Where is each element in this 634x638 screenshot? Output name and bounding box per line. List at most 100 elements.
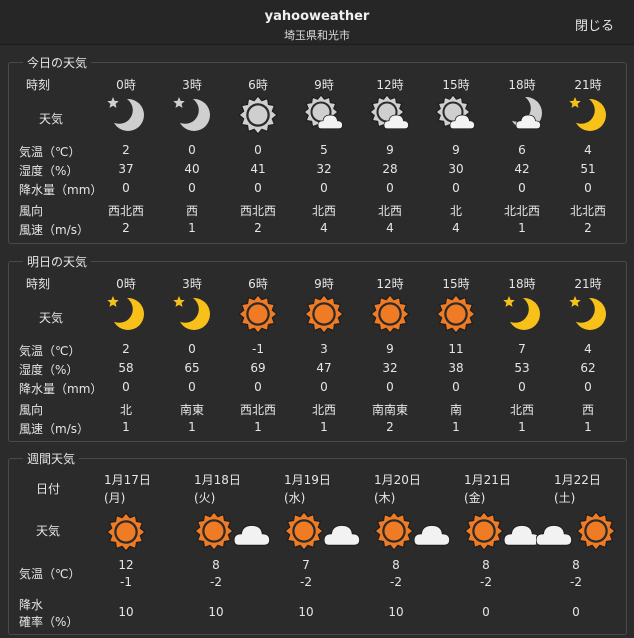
moon-star-icon [105, 295, 144, 330]
humidity-value: 38 [448, 361, 464, 375]
wind-speed-value: 1 [518, 221, 526, 235]
hour-label: 9時 [314, 78, 334, 92]
high-temp-value: 8 [482, 558, 490, 572]
weekday-value: (月) [104, 491, 126, 505]
hour-label: 6時 [248, 277, 268, 291]
sun-icon [238, 294, 278, 334]
label-wind-dir: 風向 [19, 403, 44, 417]
close-button[interactable]: 閉じる [575, 15, 614, 34]
low-temp-value: -2 [480, 575, 492, 589]
precip-value: 0 [320, 380, 328, 394]
precip-value: 0 [584, 380, 592, 394]
wind-dir-value: 北西 [377, 204, 403, 218]
wind-dir-value: 北 [119, 403, 133, 417]
high-temp-value: 7 [302, 558, 310, 572]
precip-value: 0 [386, 181, 394, 195]
wind-speed-value: 1 [584, 420, 592, 434]
wind-dir-value: 西北西 [107, 204, 145, 218]
label-temp: 気温（℃） [19, 344, 81, 358]
moon-star-icon [567, 96, 606, 131]
humidity-value: 28 [382, 162, 398, 176]
wind-speed-value: 4 [386, 221, 394, 235]
wind-dir-value: 南南東 [371, 403, 409, 417]
temp-value: 0 [254, 143, 262, 157]
sun-then-cloud-icon [194, 511, 271, 551]
temp-value: 2 [122, 342, 130, 356]
humidity-value: 69 [250, 361, 266, 375]
wind-speed-value: 1 [320, 420, 328, 434]
hour-label: 12時 [376, 78, 404, 92]
hour-label: 21時 [574, 277, 602, 291]
label-precip: 降水量（mm） [19, 183, 103, 197]
high-temp-value: 8 [572, 558, 580, 572]
temp-value: 6 [518, 143, 526, 157]
wind-dir-value: 南東 [179, 403, 205, 417]
rain-prob-value: 10 [118, 605, 134, 619]
weekday-value: (土) [554, 491, 576, 505]
hour-label: 6時 [248, 78, 268, 92]
wind-dir-value: 北 [449, 204, 463, 218]
label-time: 時刻 [26, 277, 51, 291]
hour-label: 9時 [314, 277, 334, 291]
humidity-value: 32 [382, 361, 398, 375]
label-weekly-temp: 気温（℃） [19, 567, 81, 581]
humidity-value: 53 [514, 361, 530, 375]
sun-cloud-icon [369, 94, 409, 130]
section-title-tomorrow: 明日の天気 [23, 253, 92, 270]
rain-prob-value: 0 [572, 605, 580, 619]
humidity-value: 32 [316, 162, 332, 176]
wind-speed-value: 2 [584, 221, 592, 235]
label-rain-prob-1: 降水 [19, 598, 44, 612]
sun-cloud-icon [303, 94, 343, 130]
label-wind-speed: 風速（m/s） [19, 422, 89, 436]
date-value: 1月22日 [554, 473, 601, 487]
sun-icon [304, 294, 344, 334]
precip-value: 0 [452, 380, 460, 394]
temp-value: 7 [518, 342, 526, 356]
date-value: 1月18日 [194, 473, 241, 487]
hour-label: 18時 [508, 277, 536, 291]
label-wind-dir: 風向 [19, 204, 44, 218]
label-date: 日付 [36, 482, 61, 496]
humidity-value: 30 [448, 162, 464, 176]
date-value: 1月19日 [284, 473, 331, 487]
high-temp-value: 12 [118, 558, 134, 572]
hour-label: 3時 [182, 78, 202, 92]
humidity-value: 42 [514, 162, 530, 176]
low-temp-value: -2 [210, 575, 222, 589]
hour-label: 12時 [376, 277, 404, 291]
precip-value: 0 [452, 181, 460, 195]
humidity-value: 62 [580, 361, 596, 375]
precip-value: 0 [122, 181, 130, 195]
precip-value: 0 [254, 181, 262, 195]
wind-speed-value: 2 [122, 221, 130, 235]
label-wind-speed: 風速（m/s） [19, 223, 89, 237]
wind-speed-value: 1 [122, 420, 130, 434]
low-temp-value: -2 [300, 575, 312, 589]
precip-value: 0 [188, 181, 196, 195]
wind-speed-value: 1 [188, 221, 196, 235]
moon-star-icon [105, 96, 144, 131]
rain-prob-value: 10 [388, 605, 404, 619]
section-title-weekly: 週間天気 [23, 450, 80, 467]
wind-speed-value: 1 [518, 420, 526, 434]
precip-value: 0 [188, 380, 196, 394]
humidity-value: 47 [316, 361, 332, 375]
sun-icon [436, 294, 476, 334]
sun-cloud-icon [435, 94, 475, 130]
weekday-value: (木) [374, 491, 396, 505]
label-humidity: 湿度（%） [19, 363, 79, 377]
hour-label: 18時 [508, 78, 536, 92]
temp-value: 11 [448, 342, 464, 356]
temp-value: 5 [320, 143, 328, 157]
wind-speed-value: 1 [188, 420, 196, 434]
low-temp-value: -2 [570, 575, 582, 589]
weekday-value: (火) [194, 491, 216, 505]
hour-label: 0時 [116, 277, 136, 291]
label-precip: 降水量（mm） [19, 382, 103, 396]
precip-value: 0 [386, 380, 394, 394]
rain-prob-value: 10 [298, 605, 314, 619]
wind-speed-value: 4 [452, 221, 460, 235]
wind-speed-value: 4 [320, 221, 328, 235]
label-weekly-weather: 天気 [36, 524, 61, 538]
